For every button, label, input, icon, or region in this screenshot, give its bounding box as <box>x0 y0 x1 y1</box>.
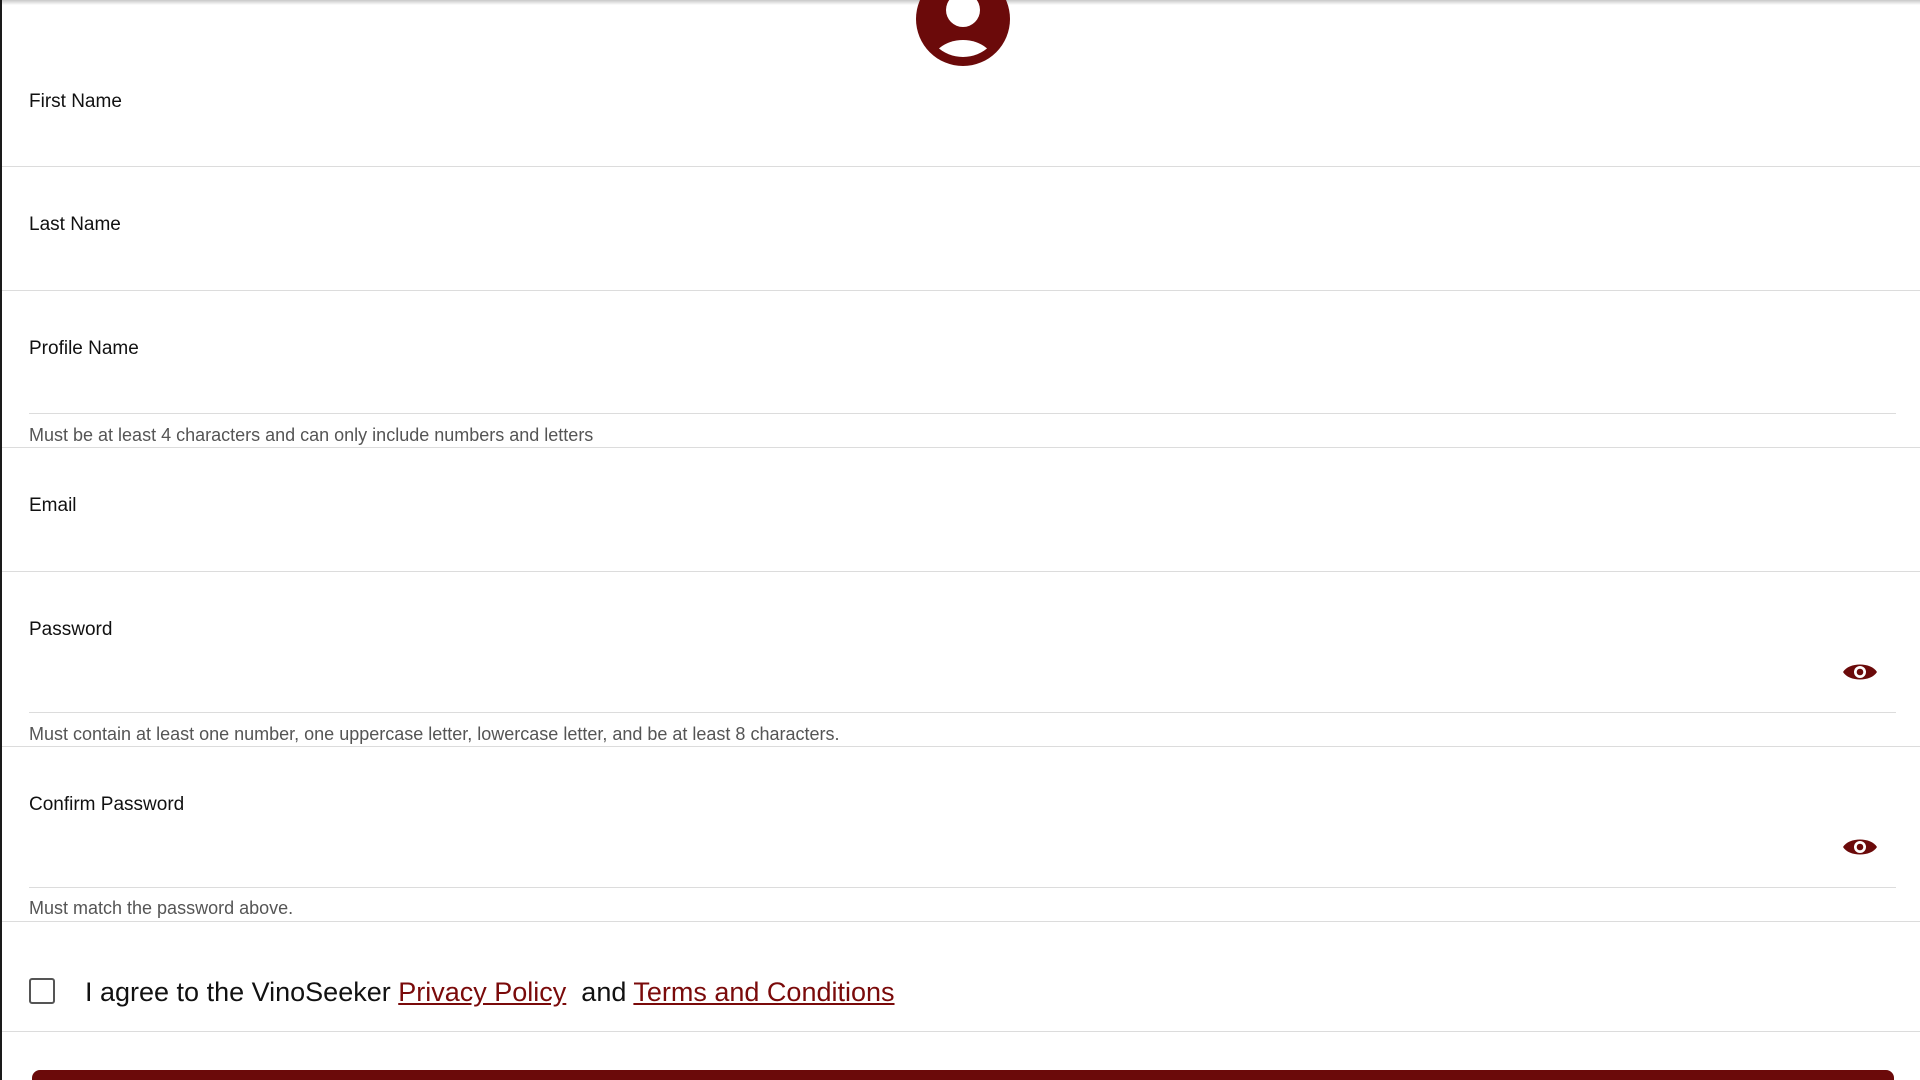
password-label: Password <box>29 619 113 640</box>
divider <box>2 447 1920 448</box>
email-input[interactable] <box>29 523 1819 563</box>
privacy-policy-link[interactable]: Privacy Policy <box>398 977 566 1007</box>
terms-link[interactable]: Terms and Conditions <box>633 977 894 1007</box>
submit-button[interactable] <box>32 1070 1894 1080</box>
profile-name-underline <box>29 413 1896 414</box>
last-name-input[interactable] <box>29 242 1819 282</box>
profile-name-input[interactable] <box>29 368 1819 408</box>
first-name-input[interactable] <box>29 118 1819 158</box>
divider <box>2 921 1920 922</box>
signup-page: First Name Last Name Profile Name Must b… <box>0 0 1920 1080</box>
password-helper: Must contain at least one number, one up… <box>29 724 840 744</box>
confirm-password-underline <box>29 887 1896 888</box>
confirm-password-helper: Must match the password above. <box>29 898 294 918</box>
confirm-password-label: Confirm Password <box>29 794 185 815</box>
divider <box>2 571 1920 572</box>
user-circle-icon[interactable] <box>916 0 1010 66</box>
password-input[interactable] <box>29 652 1819 692</box>
divider <box>2 746 1920 747</box>
divider <box>2 166 1920 167</box>
agreement-prefix: I agree to the VinoSeeker <box>85 977 391 1007</box>
agree-checkbox[interactable] <box>29 978 55 1004</box>
profile-name-helper: Must be at least 4 characters and can on… <box>29 425 594 445</box>
divider <box>2 290 1920 291</box>
confirm-password-input[interactable] <box>29 827 1819 867</box>
email-label: Email <box>29 495 77 516</box>
eye-icon[interactable] <box>1842 835 1878 859</box>
password-underline <box>29 712 1896 713</box>
agreement-text: I agree to the VinoSeeker Privacy Policy… <box>85 977 895 1007</box>
first-name-label: First Name <box>29 91 122 112</box>
agreement-and: and <box>581 977 627 1007</box>
eye-icon[interactable] <box>1842 660 1878 684</box>
divider <box>2 1031 1920 1032</box>
last-name-label: Last Name <box>29 214 121 235</box>
profile-name-label: Profile Name <box>29 338 139 359</box>
